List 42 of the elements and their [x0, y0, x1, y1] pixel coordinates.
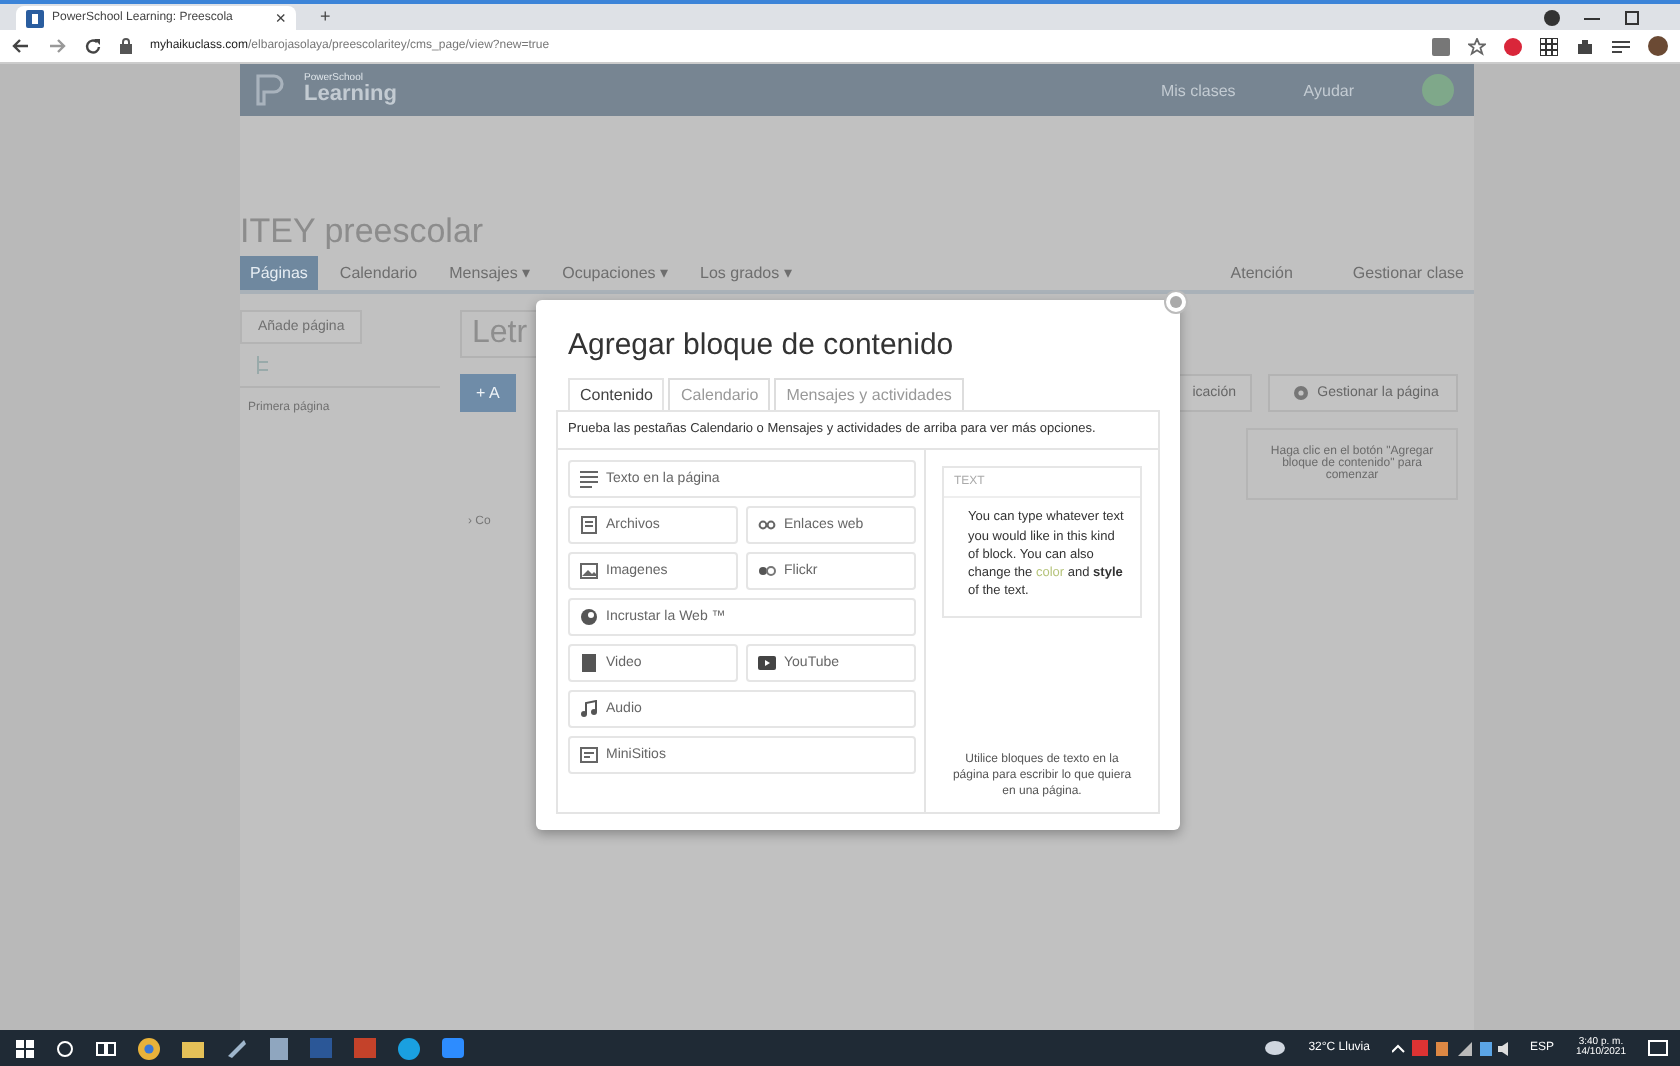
- star-icon[interactable]: [1468, 37, 1486, 55]
- gear-icon: [1293, 386, 1308, 400]
- extension-icon[interactable]: [1504, 37, 1522, 55]
- logo-text: Learning: [304, 84, 397, 106]
- logo-icon: [256, 74, 284, 106]
- image-icon: [580, 562, 598, 581]
- search-icon[interactable]: [56, 1039, 74, 1057]
- forward-icon[interactable]: [48, 38, 66, 54]
- back-icon[interactable]: [12, 38, 30, 54]
- avatar-icon[interactable]: [1648, 36, 1668, 56]
- maximize-icon[interactable]: [1624, 9, 1640, 25]
- browser-app-icon[interactable]: [138, 1037, 160, 1059]
- reload-icon[interactable]: [84, 37, 102, 55]
- embed-icon: [580, 608, 598, 627]
- lock-icon: [120, 38, 132, 54]
- link-icon: [758, 516, 776, 535]
- youtube-icon: [758, 654, 776, 673]
- minisite-icon: [580, 746, 598, 765]
- add-block-button[interactable]: + A: [460, 374, 516, 412]
- skype-icon[interactable]: [398, 1037, 420, 1059]
- dialog-title: Agregar bloque de contenido: [568, 328, 956, 362]
- windows-start-icon[interactable]: [16, 1039, 34, 1057]
- video-icon: [580, 654, 598, 673]
- weather-icon: [1264, 1039, 1287, 1057]
- file-icon: [580, 516, 598, 535]
- calculator-icon[interactable]: [270, 1037, 288, 1059]
- tray-icons-drawing[interactable]: [1391, 1039, 1508, 1057]
- task-view-icon[interactable]: [96, 1039, 116, 1057]
- dialog-tab[interactable]: Contenido: [568, 378, 665, 410]
- camera-app-icon[interactable]: [442, 1038, 464, 1058]
- flickr-icon: [758, 562, 776, 581]
- text-icon: [580, 470, 598, 489]
- new-tab-button[interactable]: +: [320, 8, 331, 26]
- grid-icon[interactable]: [1540, 37, 1558, 55]
- playlist-icon[interactable]: [1612, 37, 1630, 55]
- app-icon[interactable]: [226, 1038, 248, 1058]
- close-tab-button[interactable]: ×: [275, 9, 286, 27]
- profile-icon[interactable]: [1544, 9, 1560, 25]
- nav-tab[interactable]: Páginas: [240, 256, 318, 290]
- folder-icon[interactable]: [182, 1038, 204, 1058]
- audio-icon: [580, 700, 598, 719]
- notification-icon[interactable]: [1648, 1039, 1668, 1057]
